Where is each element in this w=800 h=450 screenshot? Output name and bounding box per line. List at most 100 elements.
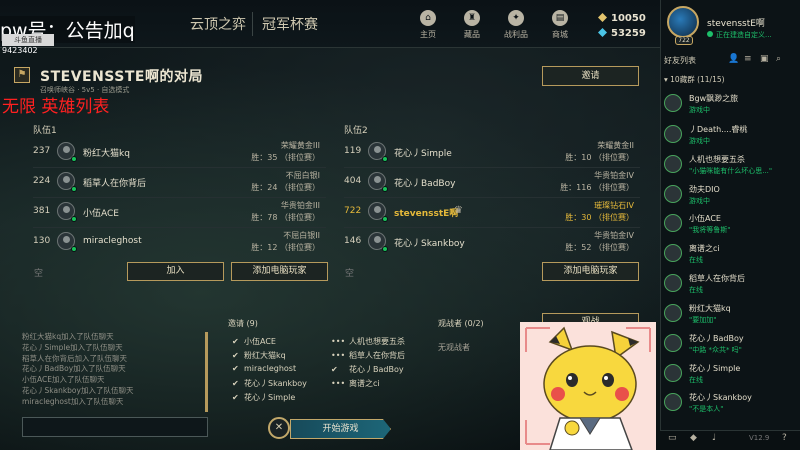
folder-icon[interactable]: ▣ xyxy=(760,54,769,64)
friend-item[interactable]: 离谱之ci 在线 xyxy=(664,243,798,269)
pending-dots-icon: ••• xyxy=(331,351,346,360)
online-dot xyxy=(382,216,388,222)
team1-label: 队伍1 xyxy=(33,126,57,136)
search-icon[interactable]: ⌕ xyxy=(776,54,781,64)
divider xyxy=(252,12,253,36)
sort-icon[interactable]: ≡ xyxy=(744,54,752,64)
team1-player-row[interactable]: 237 粉红大猫kq 荣耀黄金III 胜：35 （排位赛） xyxy=(33,137,326,167)
friend-item[interactable]: 劲夫DIO 游戏中 xyxy=(664,184,798,210)
chat-line: 花心丿BadBoy加入了队伍聊天 xyxy=(22,364,126,374)
empty-slot-label: 空 xyxy=(34,269,44,279)
invite-item: ✔ 粉红大猫kq xyxy=(232,351,286,360)
stream-logo: 斗鱼直播 xyxy=(2,34,54,46)
friend-item[interactable]: 粉红大猫kq "要加加" xyxy=(664,303,798,329)
tab-clash[interactable]: 冠军杯赛 xyxy=(262,14,318,34)
team1-player-row[interactable]: 381 小伍ACE 华贵铂金III 胜：78 （排位赛） xyxy=(33,197,326,227)
chat-line: 稻草人在你背后加入了队伍聊天 xyxy=(22,353,127,363)
lobby-subtitle: 召唤师峡谷 · 5v5 · 自选模式 xyxy=(40,86,130,94)
nav-store[interactable]: ▤ 商城 xyxy=(540,6,580,44)
avatar xyxy=(664,364,682,382)
invite-item: ✔ miracleghost xyxy=(232,364,297,373)
friend-item[interactable]: 花心丿Skankboy "不是本人" xyxy=(664,392,798,418)
team2-player-row[interactable]: 404 花心丿BadBoy 华贵铂金IV 胜：116 （排位赛） xyxy=(344,167,640,197)
rp-balance: 53259 xyxy=(598,28,646,39)
team2-player-row[interactable]: 119 花心丿Simple 荣耀黄金II 胜：10 （排位赛） xyxy=(344,137,640,167)
mission-icon[interactable]: ◆ xyxy=(690,433,697,443)
stream-room-id: 9423402 xyxy=(2,46,38,55)
online-dot xyxy=(71,156,77,162)
friend-item[interactable]: 花心丿Simple 在线 xyxy=(664,363,798,389)
check-icon: ✔ xyxy=(331,365,338,374)
invite-item-pending: ••• 离谱之ci xyxy=(331,379,380,388)
avatar xyxy=(664,274,682,292)
rp-icon xyxy=(598,28,607,37)
check-icon: ✔ xyxy=(232,393,239,402)
chat-scrollbar[interactable] xyxy=(205,332,208,412)
profile-name[interactable]: stevensstE啊 xyxy=(707,16,765,29)
add-friend-icon[interactable]: 👤 xyxy=(728,54,739,64)
friend-item[interactable]: 花心丿BadBoy "中路 *众共* 吗" xyxy=(664,333,798,359)
team2-player-row-self[interactable]: 722 stevensstE啊 ♛ 璀璨钻石IV 胜：30 （排位赛） xyxy=(344,197,640,227)
collection-icon: ♜ xyxy=(464,10,480,26)
online-dot xyxy=(71,186,77,192)
start-game-button[interactable]: 开始游戏 xyxy=(290,419,391,439)
add-bot-button-team2[interactable]: 添加电脑玩家 xyxy=(542,262,639,281)
friend-group[interactable]: ▾ 10藏群 (11/15) xyxy=(664,74,725,85)
friend-item[interactable]: 稻草人在你背后 在线 xyxy=(664,273,798,299)
online-dot xyxy=(382,246,388,252)
join-button[interactable]: 加入 xyxy=(127,262,224,281)
version-label: V12.9 xyxy=(749,434,770,442)
leave-lobby-button[interactable]: ✕ xyxy=(268,417,290,439)
check-icon: ✔ xyxy=(232,364,239,373)
avatar xyxy=(664,185,682,203)
chat-input[interactable] xyxy=(22,417,208,437)
crown-icon: ♛ xyxy=(454,205,463,216)
empty-slot-label: 空 xyxy=(345,269,355,279)
webcam-overlay xyxy=(520,322,656,450)
no-spectators-label: 无观战者 xyxy=(438,343,470,352)
avatar xyxy=(664,334,682,352)
friends-panel-footer xyxy=(660,430,800,450)
nav-collection[interactable]: ♜ 藏品 xyxy=(452,6,492,44)
pikachu-image xyxy=(520,322,656,450)
avatar xyxy=(664,125,682,143)
online-dot xyxy=(71,216,77,222)
help-icon[interactable]: ? xyxy=(782,433,787,443)
team1-player-row[interactable]: 224 稻草人在你背后 不屈白银I 胜：24 （排位赛） xyxy=(33,167,326,197)
tab-tft[interactable]: 云顶之弈 xyxy=(190,14,246,34)
chat-log: 粉红大猫kq加入了队伍聊天 花心丿Simple加入了队伍聊天 稻草人在你背后加入… xyxy=(22,332,207,412)
add-bot-button[interactable]: 添加电脑玩家 xyxy=(231,262,328,281)
invite-button[interactable]: 邀请 xyxy=(542,66,639,86)
lobby-mode-icon: ⚑ xyxy=(14,67,30,83)
check-icon: ✔ xyxy=(232,379,239,388)
chat-line: 粉红大猫kq加入了队伍聊天 xyxy=(22,332,114,341)
check-icon: ✔ xyxy=(232,351,239,360)
team2-list: 119 花心丿Simple 荣耀黄金II 胜：10 （排位赛） 404 花心丿B… xyxy=(344,137,640,255)
team1-list: 237 粉红大猫kq 荣耀黄金III 胜：35 （排位赛） 224 稻草人在你背… xyxy=(33,137,326,255)
avatar xyxy=(664,155,682,173)
lobby-title: STEVENSSTE啊的对局 xyxy=(40,69,203,85)
team2-player-row[interactable]: 146 花心丿Skankboy 华贵铂金IV 胜：52 （排位赛） xyxy=(344,227,640,257)
pending-dots-icon: ••• xyxy=(331,337,346,346)
profile-avatar[interactable] xyxy=(667,6,699,38)
nav-loot[interactable]: ✦ 战利品 xyxy=(496,6,536,44)
loot-icon: ✦ xyxy=(508,10,524,26)
store-icon: ▤ xyxy=(552,10,568,26)
friend-item[interactable]: 人机也想要五杀 "小猫咪能有什么坏心思..." xyxy=(664,154,798,180)
team1-player-row[interactable]: 130 miracleghost 不屈白银II 胜：12 （排位赛） xyxy=(33,227,326,257)
spectators-title: 观战者 (0/2) xyxy=(438,319,484,328)
chat-line: 小伍ACE加入了队伍聊天 xyxy=(22,375,105,385)
invite-item: ✔ 花心丿Skankboy xyxy=(232,379,307,388)
profile-status[interactable]: 正在建造自定义... xyxy=(707,30,772,40)
home-icon: ⌂ xyxy=(420,10,436,26)
friend-item[interactable]: Bgw飘渺之旅 游戏中 xyxy=(664,93,798,119)
avatar xyxy=(664,214,682,232)
friend-item[interactable]: 小伍ACE "我将等鲁斯" xyxy=(664,213,798,239)
status-dot xyxy=(707,31,713,37)
friend-item[interactable]: 丿Death....睿桃 游戏中 xyxy=(664,124,798,150)
stream-red-text: 无限 英雄列表 xyxy=(2,97,110,117)
microphone-icon[interactable]: ♩ xyxy=(712,433,716,443)
nav-home[interactable]: ⌂ 主页 xyxy=(408,6,448,44)
invite-item: ✔ 小伍ACE xyxy=(232,337,276,346)
chat-bubble-icon[interactable]: ▭ xyxy=(668,433,677,443)
